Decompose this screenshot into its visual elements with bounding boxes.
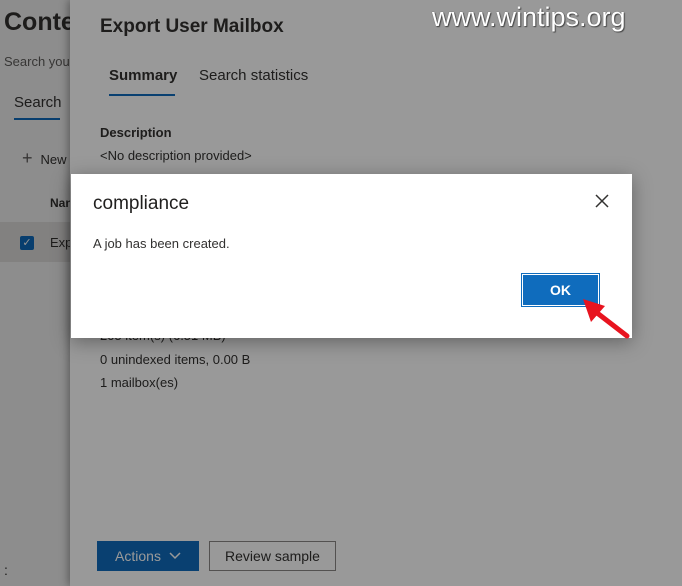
annotation-arrow-icon — [583, 299, 630, 339]
close-icon — [595, 194, 609, 208]
compliance-dialog: compliance A job has been created. OK — [71, 174, 632, 338]
dialog-title: compliance — [93, 193, 190, 214]
watermark: www.wintips.org — [432, 2, 626, 32]
dialog-message: A job has been created. — [93, 236, 230, 251]
close-button[interactable] — [589, 188, 615, 214]
